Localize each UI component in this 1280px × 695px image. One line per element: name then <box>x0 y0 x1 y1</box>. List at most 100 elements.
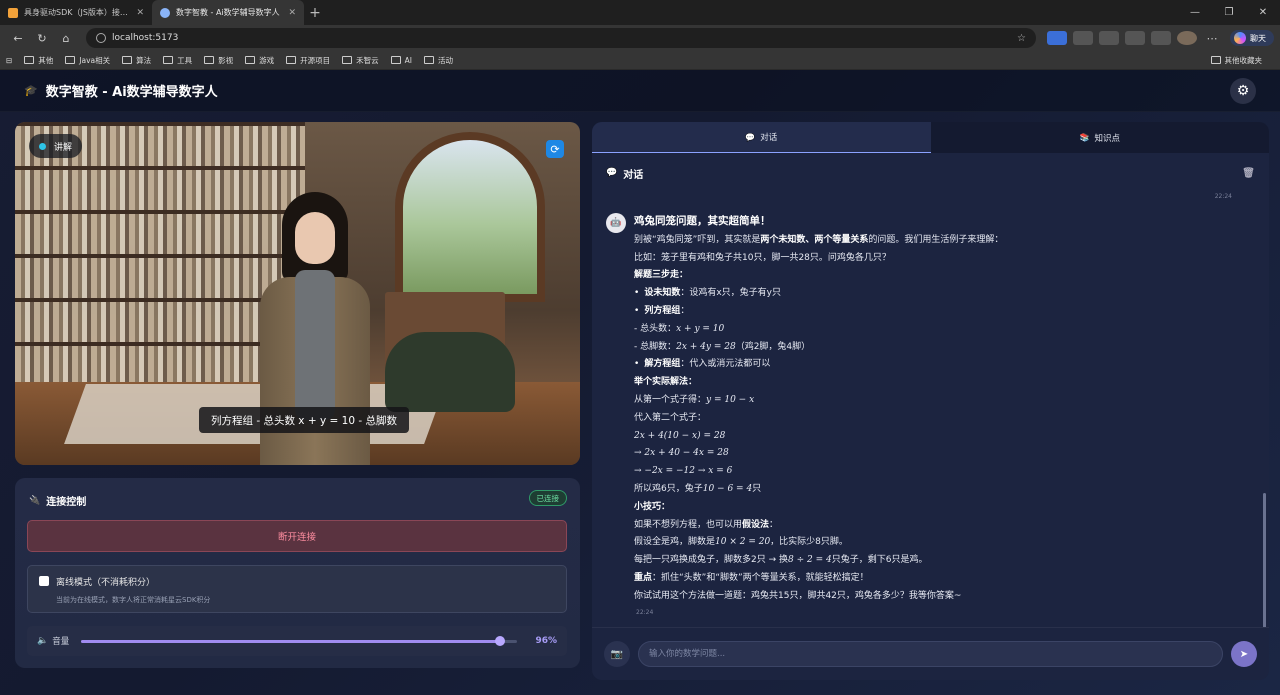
bookmark-folder[interactable]: 开源项目 <box>286 55 330 66</box>
bookmark-folder[interactable]: 禾智云 <box>342 55 379 66</box>
math-formula: y = 10 − x <box>706 394 755 405</box>
history-icon[interactable] <box>1151 31 1171 45</box>
upload-image-button[interactable]: 📷 <box>604 641 630 667</box>
text: ：抓住“头数”和“脚数”两个等量关系，就能轻松搞定！ <box>652 572 869 583</box>
offline-mode-label[interactable]: 离线模式（不消耗积分） <box>56 575 155 588</box>
more-icon[interactable]: ⋯ <box>1200 32 1224 45</box>
bookmark-label: Java相关 <box>79 55 111 65</box>
tab-knowledge[interactable]: 📚 知识点 <box>930 122 1269 153</box>
url-input[interactable]: localhost:5173 ☆ <box>86 28 1036 48</box>
close-window-icon[interactable]: ✕ <box>1246 0 1280 25</box>
assistant-message: 鸡兔同笼问题，其实超简单！ 别被“鸡兔同笼”吓到，其实就是两个未知数、两个等量关… <box>634 213 1234 621</box>
status-badge: 已连接 <box>528 490 567 506</box>
folder-icon <box>204 56 215 64</box>
tab-chat[interactable]: 💬 对话 <box>592 122 931 153</box>
text: ，比实际少8只脚。 <box>770 537 848 548</box>
maximize-icon[interactable]: ❐ <box>1212 0 1246 25</box>
text-bold: 小技巧： <box>634 501 671 512</box>
text: 假设全是鸡，脚数是 <box>634 537 716 548</box>
offline-mode-checkbox[interactable] <box>39 576 49 586</box>
text: - 总头数： <box>634 323 677 334</box>
url-text: localhost:5173 <box>112 33 179 43</box>
switch-view-button[interactable]: ⟳ <box>546 140 564 158</box>
browser-tab-app[interactable]: 数字智教 - Ai数学辅导数字人 ✕ <box>152 0 304 25</box>
copilot-chat-button[interactable]: 聊天 <box>1230 30 1274 46</box>
window-controls: — ❐ ✕ <box>1178 0 1280 25</box>
browser-tab-strip: 具身驱动SDK（JS版本）接入说明 ✕ 数字智教 - Ai数学辅导数字人 ✕ +… <box>0 0 1280 25</box>
reload-icon[interactable]: ↻ <box>30 32 54 45</box>
chat-panel: 💬 对话 📚 知识点 💬 对话 🗑 22:24 🤖 鸡兔同笼问题，其实超简单！ … <box>592 122 1269 680</box>
volume-value: 96% <box>535 636 557 646</box>
folder-icon <box>245 56 256 64</box>
bookmark-folder[interactable]: 工具 <box>163 55 192 66</box>
chat-scrollbar[interactable] <box>1263 493 1266 627</box>
bookmarks-bar: ⊟ 其他 Java相关 算法 工具 影视 游戏 开源项目 禾智云 AI 活动 其… <box>0 51 1280 70</box>
extension-icon[interactable] <box>1099 31 1119 45</box>
home-icon[interactable]: ⌂ <box>54 32 78 45</box>
close-icon[interactable]: ✕ <box>136 8 144 18</box>
text: 只 <box>752 483 762 494</box>
volume-slider[interactable] <box>81 635 518 646</box>
folder-icon <box>122 56 133 64</box>
message-line: 小技巧： <box>634 499 1234 517</box>
math-formula: 2x + 4(10 − x) = 28 <box>634 430 726 441</box>
math-formula: 8 ÷ 2 = 4 <box>788 555 832 566</box>
extension-icon[interactable] <box>1125 31 1145 45</box>
extension-icon[interactable] <box>1047 31 1067 45</box>
volume-slider-handle[interactable] <box>495 635 505 646</box>
send-arrow-icon: ➤ <box>1239 648 1249 660</box>
bookmark-folder[interactable]: Java相关 <box>65 55 110 66</box>
message-line: 举个实际解法： <box>634 374 1234 392</box>
app-header: 🎓 数字智教 - Ai数学辅导数字人 ⚙ <box>0 70 1280 112</box>
message-list: 22:24 🤖 鸡兔同笼问题，其实超简单！ 别被“鸡兔同笼”吓到，其实就是两个未… <box>592 193 1269 627</box>
other-bookmarks-folder[interactable]: 其他收藏夹 <box>1210 55 1262 66</box>
tab-title: 具身驱动SDK（JS版本）接入说明 <box>24 8 130 17</box>
send-button[interactable]: ➤ <box>1231 641 1257 667</box>
text: ：代入或消元法都可以 <box>680 359 771 370</box>
folder-icon <box>163 56 174 64</box>
bookmark-folder[interactable]: 影视 <box>204 55 233 66</box>
bookmark-label: 算法 <box>136 55 152 65</box>
message-line: 如果不想列方程，也可以用假设法： <box>634 517 1234 535</box>
plug-icon: 🔌 <box>29 495 41 506</box>
star-icon[interactable]: ☆ <box>1017 33 1026 44</box>
robot-icon: 🤖 <box>610 218 622 228</box>
chat-button-label: 聊天 <box>1250 33 1266 43</box>
math-formula: 10 − 6 = 4 <box>702 483 753 494</box>
new-tab-button[interactable]: + <box>304 0 326 25</box>
close-icon[interactable]: ✕ <box>288 8 296 18</box>
clear-chat-trash-icon[interactable]: 🗑 <box>1242 168 1255 179</box>
arched-window-background <box>395 132 545 302</box>
message-line: 解题三步走： <box>634 267 1234 285</box>
bookmark-folder[interactable]: 游戏 <box>245 55 274 66</box>
text-bold: 假设法 <box>742 519 770 530</box>
minimize-icon[interactable]: — <box>1178 0 1212 25</box>
folder-icon <box>390 56 401 64</box>
books-icon: 📚 <box>1079 133 1090 142</box>
extension-icon[interactable] <box>1073 31 1093 45</box>
bookmark-folder[interactable]: 其他 <box>24 55 53 66</box>
browser-tab-sdk-doc[interactable]: 具身驱动SDK（JS版本）接入说明 ✕ <box>0 0 152 25</box>
chat-header: 💬 对话 🗑 <box>592 153 1269 193</box>
bookmark-apps-icon[interactable]: ⊟ <box>6 56 12 65</box>
back-icon[interactable]: ← <box>6 32 30 45</box>
message-list-item: 设未知数：设鸡有x只，兔子有y只 <box>634 285 1234 303</box>
bookmark-folder[interactable]: 活动 <box>423 55 453 66</box>
message-heading: 鸡兔同笼问题，其实超简单！ <box>634 215 771 227</box>
bookmark-folder[interactable]: 算法 <box>122 55 151 66</box>
bookmark-folder[interactable]: AI <box>390 55 412 65</box>
message-line: 假设全是鸡，脚数是10 × 2 = 20，比实际少8只脚。 <box>634 534 1234 552</box>
message-list-item: 列方程组： <box>634 303 1234 321</box>
profile-avatar-icon[interactable] <box>1177 31 1197 45</box>
text: 别被“鸡兔同笼”吓到，其实就是 <box>634 234 761 245</box>
settings-button[interactable]: ⚙ <box>1230 77 1256 104</box>
disconnect-button[interactable]: 断开连接 <box>27 520 567 552</box>
bookmark-label: AI <box>404 55 412 65</box>
folder-icon <box>65 56 76 64</box>
text-bold: 举个实际解法： <box>634 377 698 388</box>
info-icon[interactable] <box>96 33 106 43</box>
folder-icon <box>24 56 35 64</box>
doc-favicon-icon <box>8 7 18 18</box>
connection-title-text: 连接控制 <box>46 497 87 508</box>
chat-input[interactable] <box>638 641 1223 667</box>
